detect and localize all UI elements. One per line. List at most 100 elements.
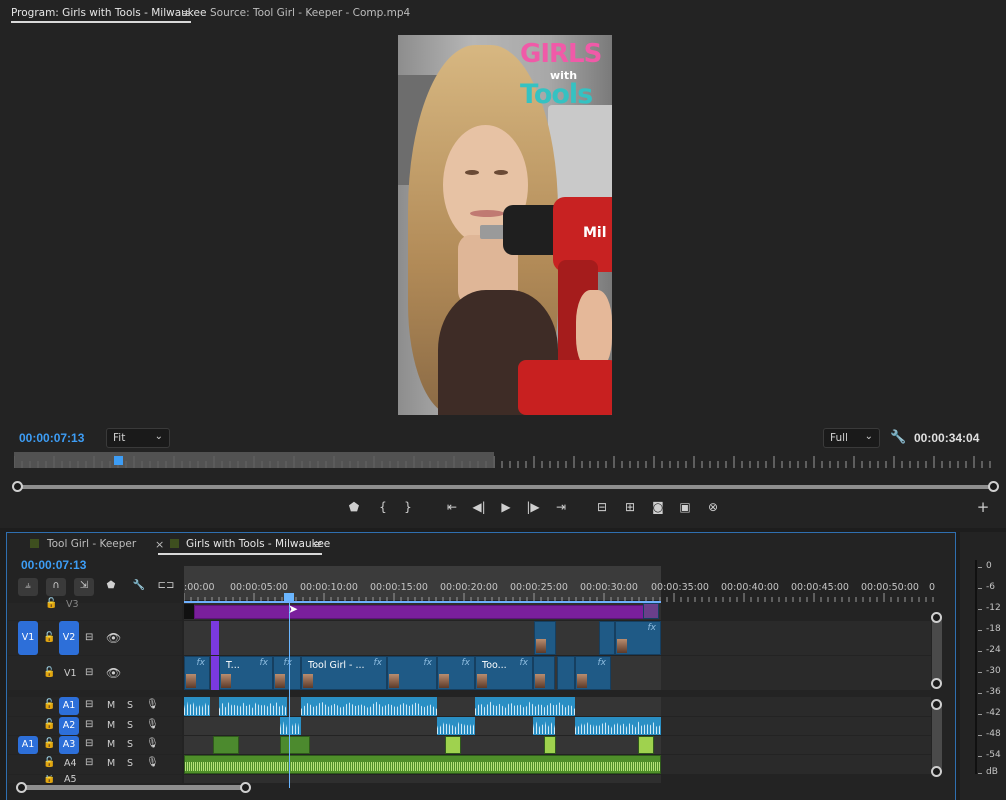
lock-icon[interactable]: 🔓 [43,757,55,768]
zoom-scrollbar-right-handle[interactable] [240,782,251,793]
snap-magnet-icon[interactable]: ∩ [46,578,66,596]
track-lane-v1-empty[interactable] [661,656,931,690]
add-marker-icon[interactable]: ⬟ [101,578,121,596]
clip-adjustment-layer-v3[interactable] [194,605,644,619]
clip-v3-end[interactable] [643,603,659,619]
audio-clip-a2-1[interactable] [280,717,301,735]
voiceover-mic-icon[interactable]: 🎙 [146,757,159,768]
clip-v1-1[interactable]: fx [184,656,210,690]
audio-clip-music[interactable] [184,755,661,774]
clip-v1-6[interactable]: fx [437,656,475,690]
video-tracks-scrollbar[interactable] [932,612,942,686]
audio-tracks-scrollbar[interactable] [932,700,942,772]
track-target-a2[interactable]: A2 [59,717,79,735]
clip-title-thumbnail[interactable] [184,604,194,619]
eye-icon[interactable]: 👁 [106,631,121,645]
track-lane-a2-empty[interactable] [661,717,931,735]
voiceover-mic-icon[interactable]: 🎙 [146,738,159,749]
vr-video-icon[interactable]: ⊗ [704,500,722,514]
scrollbar-handle[interactable] [931,612,942,623]
clip-v1-too[interactable]: Too... fx [475,656,533,690]
panel-menu-icon[interactable]: ≡ [181,7,190,20]
tab-source-monitor[interactable]: Source: Tool Girl - Keeper - Comp.mp4 [210,7,410,19]
clip-v1-9[interactable] [557,656,575,690]
timeline-settings-wrench-icon[interactable]: 🔧 [129,578,149,596]
zoom-scrollbar-left-handle[interactable] [16,782,27,793]
zoom-scrollbar-right-handle[interactable] [988,481,999,492]
track-lane-v2-empty[interactable] [661,621,931,655]
clip-v1-t[interactable]: T... fx [219,656,273,690]
clip-v2-b[interactable] [599,621,615,655]
mute-button[interactable]: M [107,700,115,711]
timeline-zoom-scrollbar[interactable] [20,785,246,790]
scrollbar-handle[interactable] [931,678,942,689]
lock-icon[interactable]: 🔓 [43,699,55,710]
track-target-v2[interactable]: V2 [59,621,79,655]
settings-wrench-icon[interactable]: 🔧 [890,430,906,445]
play-icon[interactable]: ▶ [497,500,515,514]
audio-clip-a1-1[interactable] [184,697,210,716]
track-lane-a5[interactable] [184,775,661,783]
clip-v1-5[interactable]: fx [387,656,437,690]
lock-icon[interactable]: 🔓 [43,632,55,643]
tab-sequence-girls-with-tools[interactable]: Girls with Tools - Milwaukee [186,538,330,550]
track-target-a1[interactable]: A1 [59,697,79,715]
solo-button[interactable]: S [127,720,133,731]
export-frame-camera-icon[interactable]: ◙ [649,500,667,514]
playback-resolution-dropdown[interactable]: Full ⌄ [823,428,880,448]
track-target-a3[interactable]: A3 [59,736,79,754]
scrollbar-handle[interactable] [931,699,942,710]
tab-program-monitor[interactable]: Program: Girls with Tools - Milwaukee [11,7,206,19]
lock-icon[interactable]: 🔓 [43,775,55,783]
audio-clip-sfx-3[interactable] [445,736,461,754]
step-forward-icon[interactable]: |▶ [524,500,542,514]
audio-clip-a2-3[interactable] [533,717,555,735]
clip-v2-purple[interactable] [211,621,219,655]
audio-clip-a2-2[interactable] [437,717,475,735]
audio-clip-a2-4[interactable] [575,717,611,735]
mute-button[interactable]: M [107,720,115,731]
track-lane-v2[interactable] [184,621,661,655]
audio-clip-a2-5[interactable] [611,717,661,735]
comparison-view-icon[interactable]: ▣ [676,500,694,514]
clip-v1-purple[interactable] [211,656,219,690]
button-editor-add-icon[interactable]: + [974,498,992,516]
clip-v2-c[interactable]: fx [615,621,661,655]
program-current-timecode[interactable]: 00:00:07:13 [19,431,84,445]
audio-clip-sfx-4[interactable] [544,736,556,754]
audio-clip-a1-3[interactable] [301,697,437,716]
voiceover-mic-icon[interactable]: 🎙 [146,719,159,730]
timeline-panel-menu-icon[interactable]: ≡ [313,538,322,551]
track-lane-a1-empty[interactable] [661,697,931,716]
clip-v1-8[interactable] [533,656,555,690]
mute-button[interactable]: M [107,739,115,750]
solo-button[interactable]: S [127,758,133,769]
lock-icon[interactable]: 🔓 [43,738,55,749]
program-playhead[interactable] [114,456,124,465]
audio-clip-a1-4[interactable] [475,697,575,716]
insert-overwrite-nest-icon[interactable]: ⫨ [18,578,38,596]
timeline-playhead-line[interactable] [289,601,290,788]
lift-icon[interactable]: ⊟ [593,500,611,514]
sync-lock-icon[interactable]: ⊟ [85,632,93,643]
linked-selection-icon[interactable]: ⇲ [74,578,94,596]
solo-button[interactable]: S [127,700,133,711]
go-to-out-icon[interactable]: ⇥ [552,500,570,514]
eye-icon[interactable]: 👁 [106,666,121,680]
voiceover-mic-icon[interactable]: 🎙 [146,699,159,710]
mark-out-icon[interactable]: } [399,500,417,514]
timeline-playhead-handle[interactable] [284,593,294,601]
source-patch-a1[interactable]: A1 [18,736,38,754]
mark-in-icon[interactable]: { [374,500,392,514]
lock-icon[interactable]: 🔓 [45,598,57,609]
clip-v1-10[interactable]: fx [575,656,611,690]
extract-icon[interactable]: ⊞ [621,500,639,514]
sync-lock-icon[interactable]: ⊟ [85,699,93,710]
solo-button[interactable]: S [127,739,133,750]
lock-icon[interactable]: 🔓 [43,719,55,730]
sync-lock-icon[interactable]: ⊟ [85,667,93,678]
clip-v1-3[interactable]: fx [273,656,301,690]
sync-lock-icon[interactable]: ⊟ [85,757,93,768]
lock-icon[interactable]: 🔓 [43,667,55,678]
add-marker-icon[interactable]: ⬟ [345,500,363,514]
